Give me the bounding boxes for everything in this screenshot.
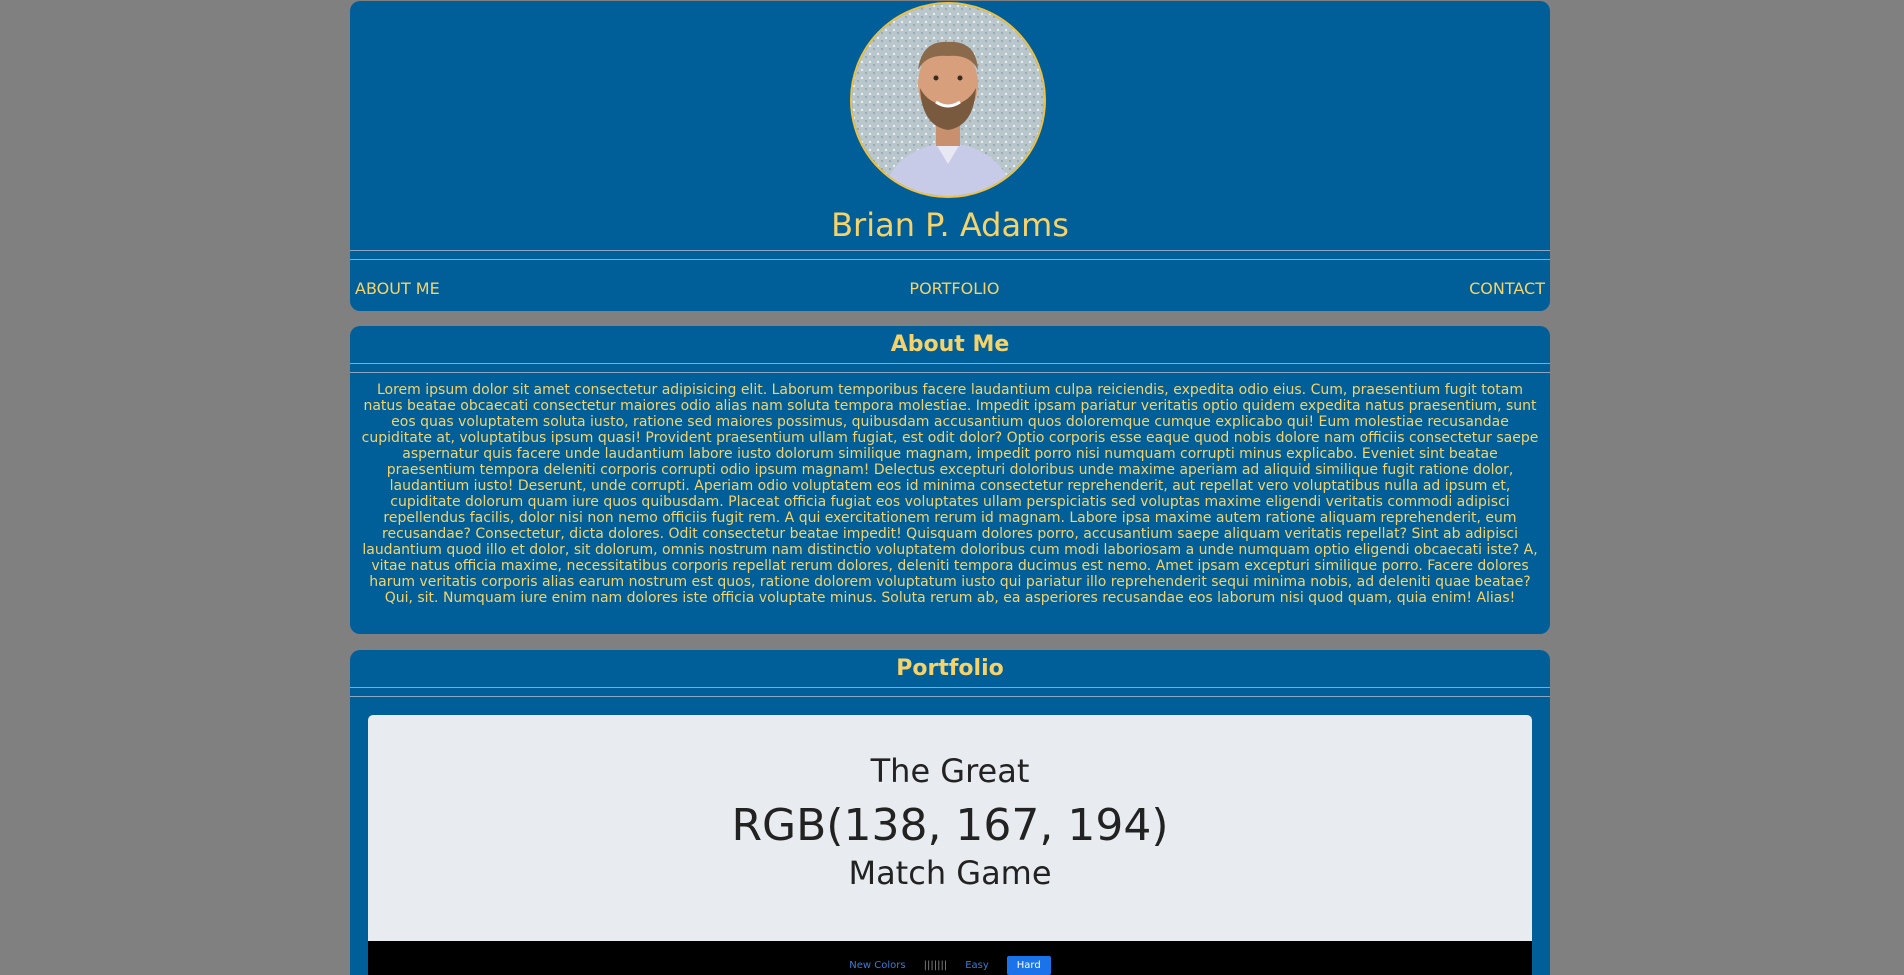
- new-colors-button[interactable]: New Colors: [849, 960, 905, 971]
- nav-contact[interactable]: CONTACT: [1469, 277, 1545, 301]
- game-controls: New Colors ||||||| Easy Hard: [368, 956, 1532, 975]
- color-game-card: The Great RGB(138, 167, 194) Match Game: [368, 715, 1532, 950]
- header-panel: Brian P. Adams ABOUT ME PORTFOLIO CONTAC…: [350, 1, 1550, 311]
- game-rgb-target: RGB(138, 167, 194): [731, 800, 1169, 851]
- portfolio-divider: [350, 687, 1550, 697]
- avatar: [850, 2, 1046, 198]
- hard-mode-button[interactable]: Hard: [1006, 956, 1051, 975]
- game-title-line3: Match Game: [848, 854, 1052, 892]
- about-title: About Me: [890, 332, 1010, 357]
- main-nav: ABOUT ME PORTFOLIO CONTACT: [355, 277, 1545, 301]
- about-section: About Me Lorem ipsum dolor sit amet cons…: [350, 326, 1550, 634]
- portfolio-title: Portfolio: [896, 656, 1004, 681]
- header-divider: [350, 250, 1550, 260]
- page: Brian P. Adams ABOUT ME PORTFOLIO CONTAC…: [0, 0, 1904, 975]
- about-text: Lorem ipsum dolor sit amet consectetur a…: [361, 382, 1539, 606]
- game-message: |||||||: [923, 960, 948, 971]
- game-title-line1: The Great: [870, 752, 1030, 790]
- profile-photo-icon: [852, 4, 1044, 196]
- portfolio-section: Portfolio The Great RGB(138, 167, 194) M…: [350, 650, 1550, 975]
- nav-portfolio[interactable]: PORTFOLIO: [909, 277, 999, 301]
- about-divider: [350, 363, 1550, 373]
- game-controls-bar: New Colors ||||||| Easy Hard: [368, 941, 1532, 975]
- site-owner-name: Brian P. Adams: [831, 206, 1069, 244]
- nav-about-me[interactable]: ABOUT ME: [355, 277, 440, 301]
- easy-mode-button[interactable]: Easy: [965, 960, 989, 971]
